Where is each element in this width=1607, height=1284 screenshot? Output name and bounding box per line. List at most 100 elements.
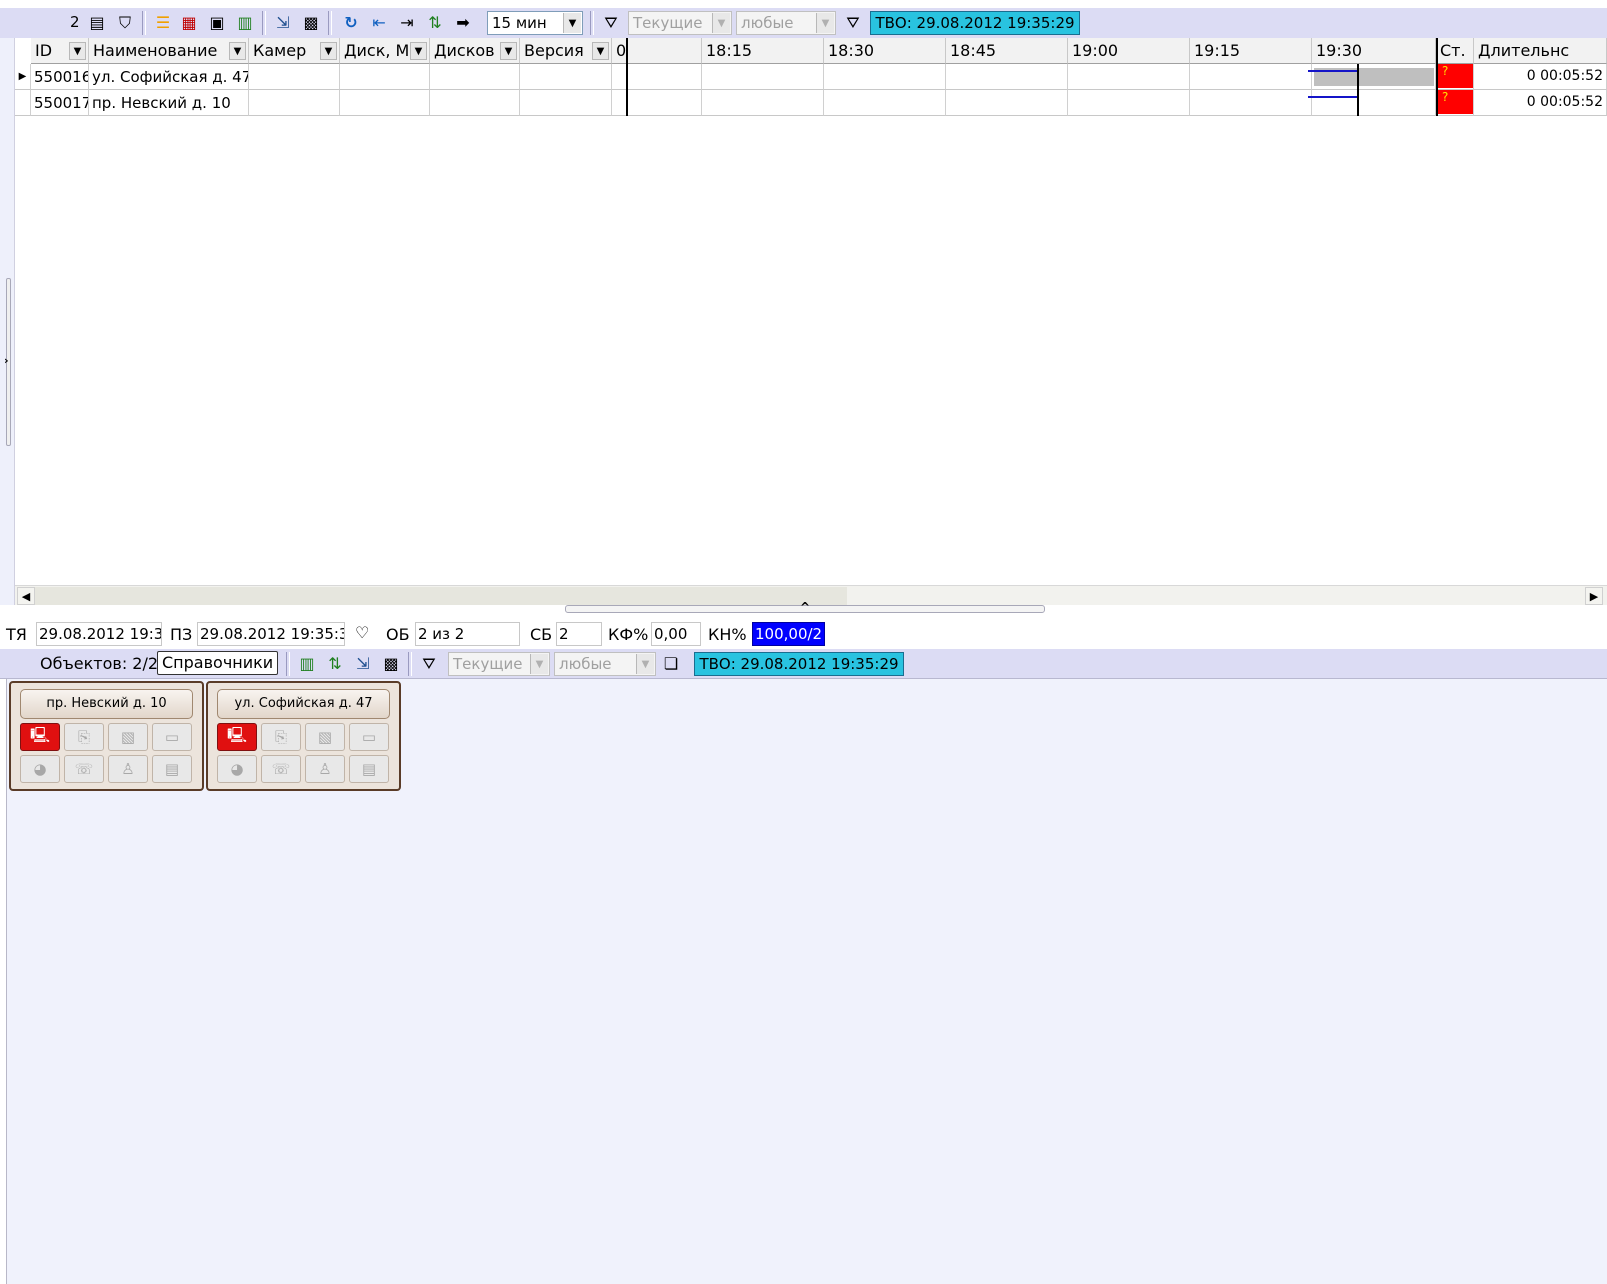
- go-last-icon[interactable]: ⇥: [396, 12, 418, 34]
- left-collapse-strip[interactable]: ›: [0, 38, 15, 605]
- chevron-down-icon[interactable]: ▼: [410, 42, 427, 60]
- filter-icon[interactable]: ⛛: [600, 12, 622, 34]
- state-filter-select[interactable]: Текущие ▼: [628, 11, 732, 35]
- color-scale-icon[interactable]: ▥: [234, 12, 256, 34]
- camera-icon[interactable]: ◕: [217, 755, 257, 783]
- chevron-up-icon[interactable]: ^: [800, 600, 810, 614]
- person-icon[interactable]: ♙: [108, 755, 148, 783]
- list-orange-icon[interactable]: ☰: [152, 12, 174, 34]
- go-first-icon[interactable]: ⇤: [368, 12, 390, 34]
- column-header-id[interactable]: ID ▼: [31, 38, 89, 64]
- chevron-down-icon[interactable]: ▼: [69, 42, 86, 60]
- type-filter-select[interactable]: любые ▼: [736, 11, 836, 35]
- chevron-down-icon[interactable]: ▼: [500, 42, 517, 60]
- phone-icon[interactable]: ☏: [261, 755, 301, 783]
- cell-id[interactable]: 550016: [31, 64, 89, 90]
- print-icon[interactable]: ▩: [300, 12, 322, 34]
- pz-field[interactable]: 29.08.2012 19:35:30: [197, 622, 345, 646]
- keyboard-icon[interactable]: ▭: [152, 723, 192, 751]
- column-header-version[interactable]: Версия ▼: [520, 38, 612, 64]
- sync-icon[interactable]: ⇅: [424, 12, 446, 34]
- phone-icon[interactable]: ☏: [64, 755, 104, 783]
- cell-duration[interactable]: 0 00:05:52: [1474, 64, 1607, 90]
- computer-alert-icon[interactable]: 🖳: [217, 723, 257, 751]
- scroll-left-icon[interactable]: ◀: [17, 587, 35, 605]
- cell-cameras[interactable]: [249, 90, 340, 116]
- cell-disk-mb[interactable]: [340, 64, 430, 90]
- ty-field[interactable]: 29.08.2012 19:30: [36, 622, 162, 646]
- column-header-label: Версия: [524, 41, 584, 60]
- grid-icon[interactable]: ▤: [86, 12, 108, 34]
- column-header-duration[interactable]: Длительнс: [1474, 38, 1607, 64]
- cell-version[interactable]: [520, 64, 612, 90]
- tvo-timestamp: ТВО: 29.08.2012 19:35:29: [694, 652, 904, 676]
- scroll-icon[interactable]: ▧: [305, 723, 345, 751]
- object-card[interactable]: пр. Невский д. 10 🖳 ⎘ ▧ ▭ ◕ ☏ ♙ ▤: [9, 681, 204, 791]
- copy-icon[interactable]: ⎘: [64, 723, 104, 751]
- column-header-status[interactable]: Ст.: [1436, 38, 1474, 64]
- chevron-down-icon[interactable]: ▼: [636, 654, 654, 674]
- sync-icon[interactable]: ⇅: [324, 653, 346, 675]
- camera-icon[interactable]: ◕: [20, 755, 60, 783]
- column-header-cameras[interactable]: Камер ▼: [249, 38, 340, 64]
- cell-version[interactable]: [520, 90, 612, 116]
- id-card-icon[interactable]: ▤: [152, 755, 192, 783]
- computer-alert-icon[interactable]: 🖳: [20, 723, 60, 751]
- object-card-title[interactable]: ул. Софийская д. 47: [217, 689, 390, 719]
- chevron-down-icon[interactable]: ▼: [563, 13, 581, 33]
- cell-status[interactable]: ?: [1436, 90, 1474, 116]
- cell-disks[interactable]: [430, 64, 520, 90]
- chevron-down-icon[interactable]: ▼: [712, 13, 730, 33]
- cell-duration[interactable]: 0 00:05:52: [1474, 90, 1607, 116]
- copy-icon[interactable]: ⎘: [261, 723, 301, 751]
- pz-label: ПЗ: [170, 625, 193, 644]
- ob-field[interactable]: 2 из 2: [415, 622, 520, 646]
- filter-icon[interactable]: ⛛: [418, 653, 440, 675]
- chevron-down-icon[interactable]: ▼: [816, 13, 834, 33]
- column-header-disks[interactable]: Дисков ▼: [430, 38, 520, 64]
- state-filter-select[interactable]: Текущие ▼: [448, 652, 550, 676]
- color-scale-icon[interactable]: ▥: [296, 653, 318, 675]
- scroll-icon[interactable]: ▧: [108, 723, 148, 751]
- report-icon[interactable]: ▦: [178, 12, 200, 34]
- book-icon[interactable]: ❏: [660, 653, 682, 675]
- object-card[interactable]: ул. Софийская д. 47 🖳 ⎘ ▧ ▭ ◕ ☏ ♙ ▤: [206, 681, 401, 791]
- export-icon[interactable]: ⇲: [272, 12, 294, 34]
- chevron-down-icon[interactable]: ▼: [320, 42, 337, 60]
- cell-disk-mb[interactable]: [340, 90, 430, 116]
- column-header-name[interactable]: Наименование ▼: [89, 38, 249, 64]
- refresh-icon[interactable]: ↻: [340, 12, 362, 34]
- scroll-right-icon[interactable]: ▶: [1585, 587, 1603, 605]
- filter-search-icon[interactable]: ⛉: [114, 12, 136, 34]
- cell-id[interactable]: 550017: [31, 90, 89, 116]
- chevron-down-icon[interactable]: ▼: [229, 42, 246, 60]
- cell-name[interactable]: пр. Невский д. 10: [89, 90, 249, 116]
- scrollbar-track[interactable]: [35, 587, 847, 605]
- reference-button[interactable]: Справочники: [157, 651, 279, 675]
- ty-label: ТЯ: [6, 625, 27, 644]
- chevron-down-icon[interactable]: ▼: [530, 654, 548, 674]
- column-header-disk-mb[interactable]: Диск, МБ ▼: [340, 38, 430, 64]
- print-icon[interactable]: ▩: [380, 653, 402, 675]
- id-card-icon[interactable]: ▤: [349, 755, 389, 783]
- sb-field[interactable]: 2: [556, 622, 602, 646]
- chevron-right-icon[interactable]: ›: [4, 354, 9, 367]
- kn-field[interactable]: 100,00/2: [752, 622, 825, 646]
- column-header-label: ID: [35, 41, 53, 60]
- cell-status[interactable]: ?: [1436, 64, 1474, 90]
- cell-cameras[interactable]: [249, 64, 340, 90]
- kf-field[interactable]: 0,00: [651, 622, 701, 646]
- person-icon[interactable]: ♙: [305, 755, 345, 783]
- horizontal-scrollbar[interactable]: ◀ ▶: [15, 585, 1607, 605]
- interval-select[interactable]: 15 мин ▼: [487, 11, 583, 35]
- filter-clear-icon[interactable]: ⛛: [842, 12, 864, 34]
- type-filter-select[interactable]: любые ▼: [554, 652, 656, 676]
- calendar-icon[interactable]: ▣: [206, 12, 228, 34]
- cell-name[interactable]: ул. Софийская д. 47: [89, 64, 249, 90]
- keyboard-icon[interactable]: ▭: [349, 723, 389, 751]
- chevron-down-icon[interactable]: ▼: [592, 42, 609, 60]
- object-card-title[interactable]: пр. Невский д. 10: [20, 689, 193, 719]
- export-icon[interactable]: ⇲: [352, 653, 374, 675]
- go-next-icon[interactable]: ➡: [452, 12, 474, 34]
- cell-disks[interactable]: [430, 90, 520, 116]
